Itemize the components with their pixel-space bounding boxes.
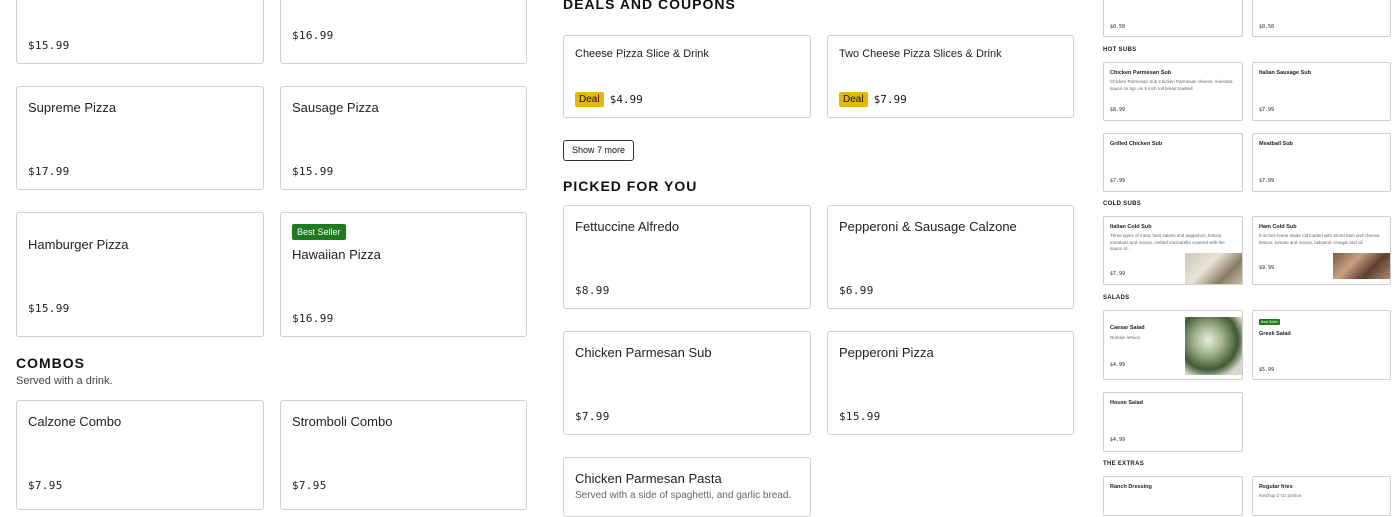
item-name: Ham Cold Sub <box>1259 224 1297 230</box>
item-name: Regular fries <box>1259 484 1293 490</box>
menu-item-card[interactable]: House Salad $4.99 <box>1103 392 1243 452</box>
item-name: Chicken Parmesan Pasta <box>575 471 722 486</box>
menu-item-card[interactable]: Pepperoni & Sausage Calzone $6.99 <box>827 205 1074 309</box>
item-name: Sausage Pizza <box>292 100 379 115</box>
item-price: $4.99 <box>1110 437 1126 443</box>
item-price: $16.99 <box>292 312 334 325</box>
menu-item-card[interactable]: $15.99 <box>16 0 264 64</box>
item-price: $4.99 <box>1110 362 1126 368</box>
item-name: Chicken Parmesan Sub <box>575 345 712 360</box>
item-name: House Salad <box>1110 400 1144 406</box>
menu-item-card[interactable]: Sausage Pizza $15.99 <box>280 86 527 190</box>
deal-card[interactable]: Cheese Pizza Slice & Drink Deal $4.99 <box>563 35 811 118</box>
best-seller-badge: Best Seller <box>1259 319 1280 325</box>
item-name: Ranch Dressing <box>1110 484 1152 490</box>
item-name: Two Cheese Pizza Slices & Drink <box>839 48 1002 60</box>
item-name: Italian Sausage Sub <box>1259 70 1311 76</box>
menu-item-card[interactable]: Ranch Dressing <box>1103 476 1243 516</box>
item-description: 8 inches home made roll loaded with slic… <box>1259 233 1381 245</box>
deal-price-row: Deal $4.99 <box>575 92 643 107</box>
item-description: Ketchup 2 Oz portion <box>1259 493 1302 498</box>
item-price: $15.99 <box>292 165 334 178</box>
item-price: $7.99 <box>1110 271 1126 277</box>
menu-item-card[interactable]: Italian Sausage Sub $7.99 <box>1252 62 1391 121</box>
section-title-picked: PICKED FOR YOU <box>563 178 698 194</box>
item-price: $7.99 <box>1259 107 1275 113</box>
item-price: $7.99 <box>1259 178 1275 184</box>
item-price: $8.99 <box>575 284 610 297</box>
deal-badge: Deal <box>839 92 868 107</box>
item-price: $0.50 <box>1110 24 1126 30</box>
item-price: $15.99 <box>839 410 881 423</box>
item-price: $17.99 <box>28 165 70 178</box>
item-name: Italian Cold Sub <box>1110 224 1152 230</box>
item-name: Stromboli Combo <box>292 414 393 429</box>
menu-item-card[interactable]: Supreme Pizza $17.99 <box>16 86 264 190</box>
menu-item-card[interactable]: Pepperoni Pizza $15.99 <box>827 331 1074 435</box>
item-price: $9.99 <box>1259 265 1275 271</box>
menu-item-card[interactable]: $0.50 <box>1252 0 1391 37</box>
item-description: Chicken Parmesan Sub Chicken Parmesan ch… <box>1110 79 1233 91</box>
item-name: Meatball Sub <box>1259 141 1293 147</box>
item-price: $6.99 <box>839 284 874 297</box>
item-price: $15.99 <box>28 39 70 52</box>
section-title-salads: SALADS <box>1103 295 1130 301</box>
menu-item-card[interactable]: Hamburger Pizza $15.99 <box>16 212 264 337</box>
menu-item-card[interactable]: Grilled Chicken Sub $7.99 <box>1103 133 1243 192</box>
item-name: Hamburger Pizza <box>28 237 129 252</box>
menu-item-card[interactable]: Fettuccine Alfredo $8.99 <box>563 205 811 309</box>
item-price: $5.99 <box>1259 367 1275 373</box>
menu-item-card[interactable]: Caesar Salad Romain lettuce $4.99 <box>1103 310 1243 380</box>
item-name: Caesar Salad <box>1110 325 1145 331</box>
menu-item-card[interactable]: Best Seller Hawaiian Pizza $16.99 <box>280 212 527 337</box>
menu-item-card[interactable]: Meatball Sub $7.99 <box>1252 133 1391 192</box>
best-seller-badge: Best Seller <box>292 224 346 240</box>
item-price: $7.99 <box>1110 178 1126 184</box>
menu-item-card[interactable]: Chicken Parmesan Sub Chicken Parmesan Su… <box>1103 62 1243 121</box>
show-more-button[interactable]: Show 7 more <box>563 140 635 161</box>
deal-badge: Deal <box>575 92 604 107</box>
item-name: Pepperoni & Sausage Calzone <box>839 219 1017 234</box>
item-name: Greek Salad <box>1259 331 1291 337</box>
item-price: $15.99 <box>28 302 70 315</box>
item-name: Chicken Parmesan Sub <box>1110 70 1172 76</box>
menu-item-card[interactable]: Stromboli Combo $7.95 <box>280 400 527 510</box>
item-price: $4.99 <box>609 93 643 106</box>
menu-item-card[interactable]: $16.99 <box>280 0 527 64</box>
item-name: Cheese Pizza Slice & Drink <box>575 48 709 60</box>
section-title-hot-subs: HOT SUBS <box>1103 47 1137 53</box>
menu-item-card[interactable]: Regular fries Ketchup 2 Oz portion <box>1252 476 1391 516</box>
item-price: $7.99 <box>873 93 907 106</box>
section-title-extras: THE EXTRAS <box>1103 461 1145 467</box>
menu-item-card[interactable]: Ham Cold Sub 8 inches home made roll loa… <box>1252 216 1391 285</box>
item-price: $7.99 <box>575 410 610 423</box>
food-image <box>1185 317 1242 375</box>
item-name: Pepperoni Pizza <box>839 345 934 360</box>
item-price: $7.95 <box>28 479 63 492</box>
section-title-cold-subs: COLD SUBS <box>1103 201 1142 207</box>
deal-price-row: Deal $7.99 <box>839 92 907 107</box>
item-price: $8.99 <box>1110 107 1126 113</box>
item-description: Served with a side of spaghetti, and gar… <box>575 490 792 501</box>
food-image <box>1333 253 1390 279</box>
section-title-combos: COMBOS <box>16 355 85 371</box>
menu-item-card[interactable]: $0.50 <box>1103 0 1243 37</box>
item-price: $0.50 <box>1259 24 1275 30</box>
item-price: $16.99 <box>292 29 334 42</box>
menu-item-card[interactable]: Chicken Parmesan Sub $7.99 <box>563 331 811 435</box>
deal-card[interactable]: Two Cheese Pizza Slices & Drink Deal $7.… <box>827 35 1074 118</box>
menu-item-card[interactable]: Chicken Parmesan Pasta Served with a sid… <box>563 457 811 517</box>
menu-item-card[interactable]: Calzone Combo $7.95 <box>16 400 264 510</box>
item-price: $7.95 <box>292 479 327 492</box>
item-name: Fettuccine Alfredo <box>575 219 680 234</box>
section-title-deals: DEALS AND COUPONS <box>563 0 736 12</box>
food-image <box>1185 253 1242 284</box>
item-name: Calzone Combo <box>28 414 122 429</box>
item-name: Hawaiian Pizza <box>292 247 381 262</box>
menu-item-card[interactable]: Best Seller Greek Salad $5.99 <box>1252 310 1391 380</box>
section-subtitle: Served with a drink. <box>16 375 113 387</box>
item-name: Supreme Pizza <box>28 100 117 115</box>
item-name: Grilled Chicken Sub <box>1110 141 1163 147</box>
menu-item-card[interactable]: Italian Cold Sub Three types of meat; ha… <box>1103 216 1243 285</box>
